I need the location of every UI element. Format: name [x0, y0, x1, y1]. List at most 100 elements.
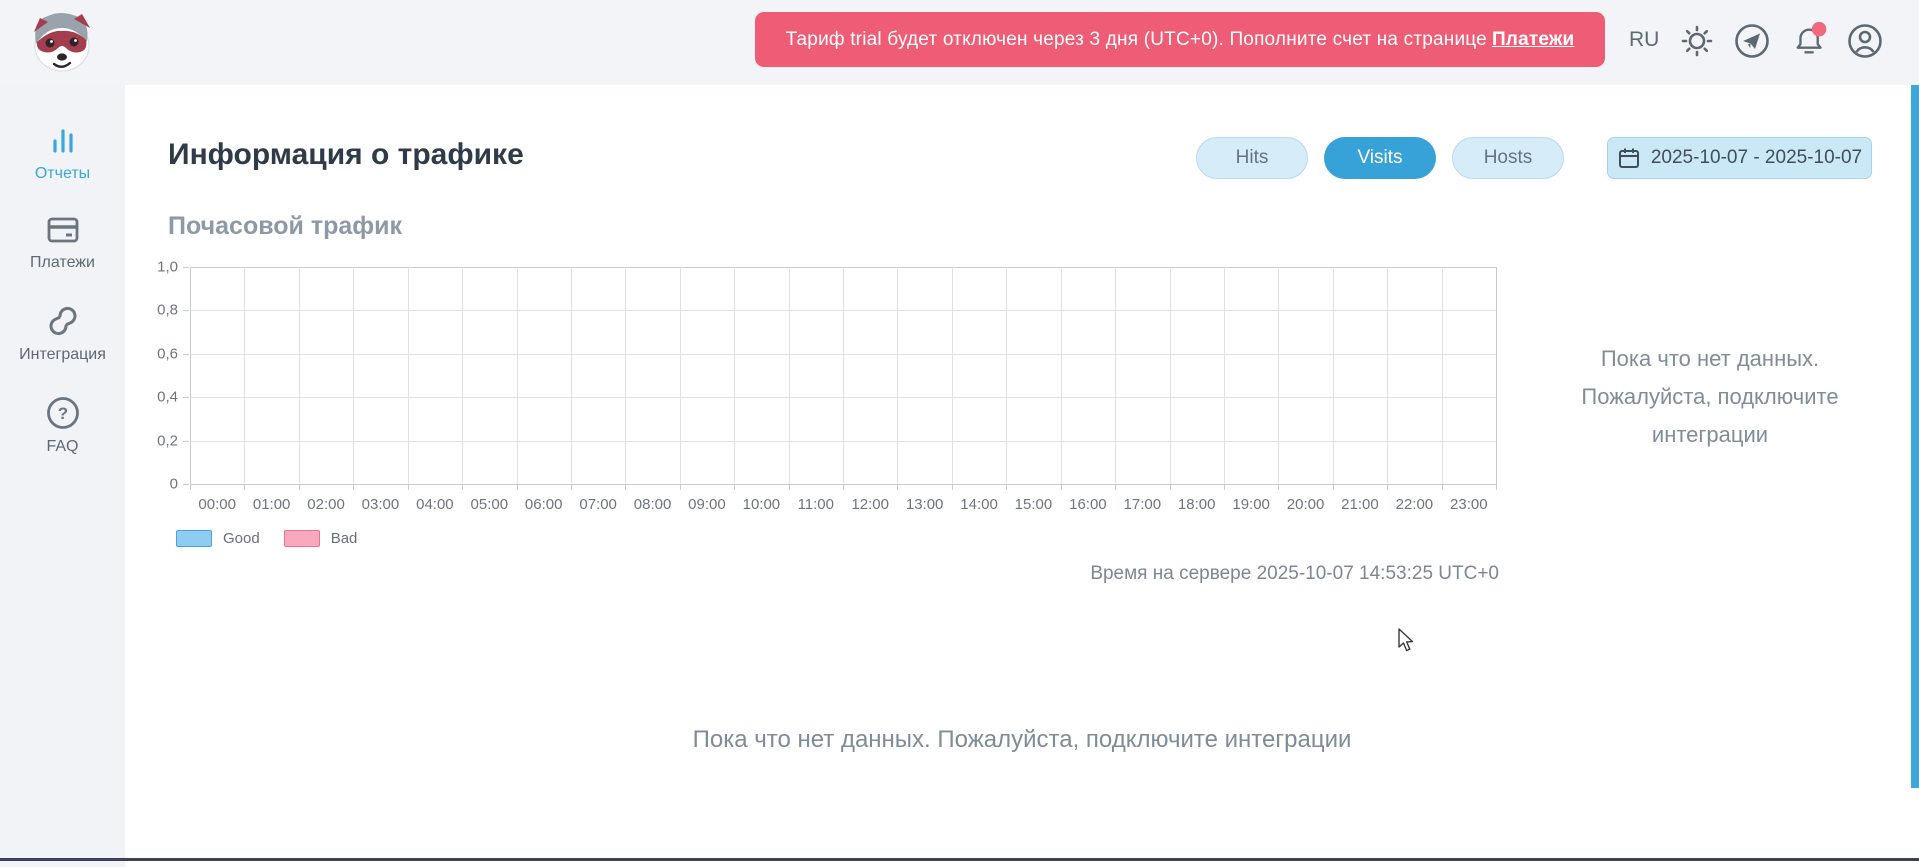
x-tick [1333, 484, 1334, 490]
gridline-v [1006, 267, 1007, 484]
gridline-v [408, 267, 409, 484]
telegram-button[interactable] [1732, 21, 1772, 61]
y-tick [183, 397, 189, 398]
y-axis-label: 0,2 [157, 432, 178, 449]
tab-hosts[interactable]: Hosts [1452, 137, 1564, 179]
app-screen: Тариф trial будет отключен через 3 дня (… [0, 0, 1919, 867]
y-tick [183, 484, 189, 485]
gridline-v [1224, 267, 1225, 484]
y-axis-label: 1,0 [157, 259, 178, 276]
x-axis-label: 21:00 [1341, 496, 1379, 513]
sidebar-item-integration[interactable]: Интеграция [0, 302, 125, 364]
y-tick [183, 267, 189, 268]
legend-label: Good [223, 530, 260, 547]
x-tick [517, 484, 518, 490]
x-tick [1224, 484, 1225, 490]
date-range-value: 2025-10-07 - 2025-10-07 [1651, 147, 1862, 169]
x-tick [1061, 484, 1062, 490]
sidebar-item-payments[interactable]: Платежи [0, 212, 125, 272]
gridline-v [517, 267, 518, 484]
gridline-v [462, 267, 463, 484]
sidebar-item-reports[interactable]: Отчеты [0, 123, 125, 183]
x-tick [1006, 484, 1007, 490]
gridline-v [1170, 267, 1171, 484]
account-button[interactable] [1845, 21, 1885, 61]
gridline-v [734, 267, 735, 484]
raccoon-logo[interactable] [24, 6, 100, 74]
y-tick [183, 354, 189, 355]
x-tick [734, 484, 735, 490]
y-axis-label: 0,8 [157, 302, 178, 319]
x-axis-label: 02:00 [307, 496, 345, 513]
question-circle-icon: ? [44, 394, 82, 432]
x-axis-label: 06:00 [525, 496, 563, 513]
svg-text:?: ? [57, 404, 67, 423]
date-range-picker[interactable]: 2025-10-07 - 2025-10-07 [1607, 137, 1872, 179]
y-tick [183, 310, 189, 311]
banner-text: Тариф trial будет отключен через 3 дня (… [786, 29, 1487, 51]
sidebar-item-label: Платежи [0, 254, 125, 272]
theme-toggle-button[interactable] [1677, 21, 1717, 61]
x-axis-label: 11:00 [798, 496, 834, 513]
x-axis-label: 12:00 [851, 496, 889, 513]
x-tick [1442, 484, 1443, 490]
gridline-v [625, 267, 626, 484]
sidebar-item-label: Отчеты [0, 165, 125, 183]
gridline-v [299, 267, 300, 484]
page-title: Информация о трафике [168, 138, 524, 172]
gridline-v [571, 267, 572, 484]
x-tick [190, 484, 191, 490]
chart-empty-message: Пока что нет данных. Пожалуйста, подключ… [1540, 340, 1880, 454]
tab-visits[interactable]: Visits [1324, 137, 1436, 179]
raccoon-icon [24, 6, 100, 74]
tab-hits[interactable]: Hits [1196, 137, 1308, 179]
gridline-v [897, 267, 898, 484]
x-axis-label: 20:00 [1287, 496, 1325, 513]
x-axis-label: 04:00 [416, 496, 454, 513]
telegram-icon [1732, 21, 1772, 61]
x-axis-label: 03:00 [362, 496, 400, 513]
x-axis-label: 22:00 [1396, 496, 1434, 513]
x-axis-label: 23:00 [1450, 496, 1488, 513]
x-tick [1115, 484, 1116, 490]
x-axis-label: 01:00 [253, 496, 291, 513]
x-axis-label: 08:00 [634, 496, 672, 513]
gridline-v [680, 267, 681, 484]
notification-dot [1812, 22, 1827, 37]
y-axis-label: 0,6 [157, 345, 178, 362]
x-tick [1170, 484, 1171, 490]
credit-card-icon [44, 212, 82, 248]
y-axis-label: 0,4 [157, 389, 178, 406]
x-tick [244, 484, 245, 490]
legend-swatch [284, 530, 320, 547]
gridline-v [1387, 267, 1388, 484]
x-tick [897, 484, 898, 490]
x-axis-label: 05:00 [471, 496, 509, 513]
x-tick [299, 484, 300, 490]
x-axis-label: 07:00 [579, 496, 617, 513]
gridline-v [952, 267, 953, 484]
legend-item-good[interactable]: Good [176, 530, 260, 547]
gridline-v [190, 267, 191, 484]
calendar-icon [1617, 146, 1641, 170]
x-axis-label: 15:00 [1015, 496, 1053, 513]
language-switcher[interactable]: RU [1629, 28, 1659, 52]
banner-payments-link[interactable]: Платежи [1492, 29, 1574, 51]
vertical-scrollbar[interactable] [1911, 85, 1919, 788]
bottom-edge [0, 858, 1919, 861]
chart-legend: Good Bad [176, 530, 357, 547]
x-tick [353, 484, 354, 490]
x-tick [571, 484, 572, 490]
chart-title: Почасовой трафик [168, 212, 402, 241]
legend-item-bad[interactable]: Bad [284, 530, 358, 547]
gridline-v [1061, 267, 1062, 484]
trial-warning-banner: Тариф trial будет отключен через 3 дня (… [755, 12, 1605, 67]
gridline-v [353, 267, 354, 484]
x-tick [1496, 484, 1497, 490]
sidebar-item-faq[interactable]: ? FAQ [0, 394, 125, 456]
x-axis-label: 14:00 [960, 496, 998, 513]
table-empty-message: Пока что нет данных. Пожалуйста, подключ… [125, 726, 1919, 754]
server-time: Время на сервере 2025-10-07 14:53:25 UTC… [1090, 563, 1499, 585]
legend-label: Bad [331, 530, 358, 547]
notifications-button[interactable] [1790, 21, 1830, 61]
